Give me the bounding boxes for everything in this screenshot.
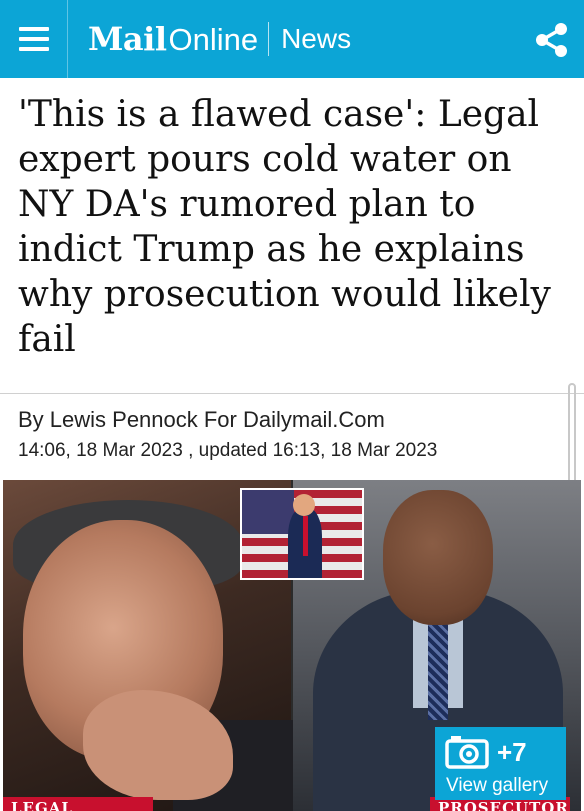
brand-logo[interactable]: Mail Online xyxy=(88,20,258,58)
header-divider xyxy=(268,22,270,56)
article-byline[interactable]: By Lewis Pennock For Dailymail.Com xyxy=(18,407,385,433)
article-dateline: 14:06, 18 Mar 2023 , updated 16:13, 18 M… xyxy=(18,440,438,461)
share-icon xyxy=(536,23,567,57)
logo-online-text: Online xyxy=(168,22,259,57)
gallery-label: View gallery xyxy=(446,775,549,796)
camera-icon xyxy=(445,736,489,769)
logo-mail-text: Mail xyxy=(88,20,167,58)
hamburger-menu-icon xyxy=(18,27,49,31)
site-header: Mail Online News xyxy=(0,0,584,78)
share-button[interactable] xyxy=(534,22,570,58)
hamburger-menu-button[interactable] xyxy=(0,0,68,78)
section-link-news[interactable]: News xyxy=(281,23,351,55)
gallery-count: +7 xyxy=(497,736,527,767)
hero-inset-photo xyxy=(240,488,364,580)
headline-divider xyxy=(0,393,584,394)
hero-caption-left: LEGAL EXPERT xyxy=(3,797,153,811)
view-gallery-button[interactable]: +7 View gallery xyxy=(435,727,566,800)
article-headline: 'This is a flawed case': Legal expert po… xyxy=(18,94,551,360)
